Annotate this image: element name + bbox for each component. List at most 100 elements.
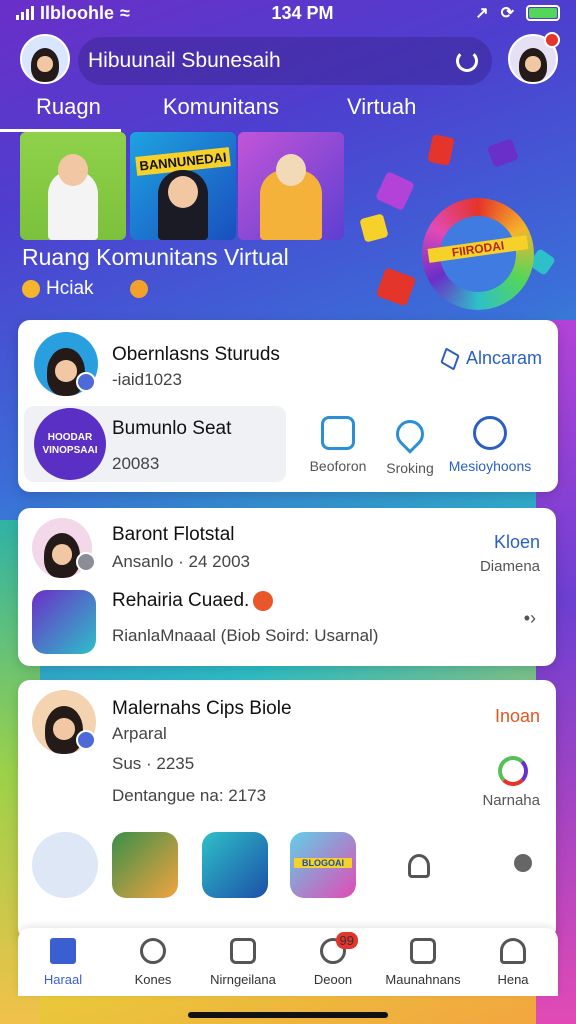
media-grid: BLOGOAI (32, 832, 542, 898)
chrome-icon[interactable] (498, 756, 528, 786)
tab-bar: Ruagn Komunitans Virtuah (0, 94, 576, 132)
nav-badge: 99 (335, 931, 358, 949)
confetti-shape (359, 213, 389, 243)
confetti-shape (375, 267, 417, 307)
status-bar: Ilbloohle ≈ 134 PM ↗ ⟳ (0, 0, 576, 26)
notification-badge (544, 32, 560, 48)
member-line1: Arparal (112, 724, 167, 743)
chevron-right-icon[interactable]: •› (524, 608, 536, 629)
clock: 134 PM (271, 2, 334, 23)
member-meta: -iaid1023 (112, 370, 182, 389)
nav-maunahnans[interactable]: Maunahnans (380, 937, 466, 987)
banner-thumb-group[interactable] (238, 132, 344, 240)
board-icon (321, 416, 355, 450)
confetti-shape (487, 138, 519, 168)
checklist-icon (410, 937, 436, 964)
banner-thumb-boy[interactable] (20, 132, 126, 240)
home-icon (50, 937, 76, 964)
grid-avatar[interactable] (32, 832, 98, 898)
item-name-text: Rehairia Cuaed. (112, 590, 250, 611)
grid-tile-label: BLOGOAI (294, 858, 352, 868)
send-icon (440, 346, 460, 371)
send-link-label: Alncaram (465, 348, 542, 368)
nav-label: Maunahnans (385, 971, 461, 987)
item-meta: RianlaMnaaal (Biob Soird: Usarnal) (112, 626, 379, 645)
tab-ruagn[interactable]: Ruagn (0, 94, 121, 132)
grid-thumb[interactable] (112, 832, 178, 898)
sync-icon: ⟳ (500, 5, 514, 22)
tab-virtuah[interactable]: Virtuah (327, 94, 436, 132)
action-label: Mesioyhoons (448, 458, 532, 474)
group-logo: HOODAR VINOPSAAI (34, 408, 106, 480)
community-card[interactable]: Obernlasns Sturuds -iaid1023 Alncaram HO… (18, 320, 558, 492)
signal-icon (16, 6, 34, 20)
location-icon: ↗ (475, 5, 489, 22)
nav-label: Deoon (313, 971, 353, 987)
header-title-pill[interactable]: Hibuunail Sbunesaih (78, 37, 492, 85)
nav-deoon[interactable]: 99 Deoon (290, 931, 376, 987)
link-icon (473, 416, 507, 450)
member-line2: Sus · 2235 (112, 754, 195, 773)
home-indicator[interactable] (188, 1012, 388, 1018)
member-action-link[interactable]: Inoan (495, 706, 540, 727)
hero-banner[interactable]: BANNUNEDAI FIIRODAI Ruang Komunitans Vir… (20, 132, 560, 322)
profile-icon (500, 937, 526, 964)
heart-icon (140, 937, 166, 964)
confetti-shape (427, 134, 455, 166)
banner-title: Ruang Komunitans Virtual (22, 244, 289, 270)
pin-icon[interactable] (514, 854, 532, 872)
tab-komunitans[interactable]: Komunitans (143, 94, 299, 132)
verified-icon (76, 372, 96, 392)
app-header: Hibuunail Sbunesaih (18, 32, 560, 92)
carrier-label: Ilbloohle (40, 2, 114, 23)
action-mesioyhoons[interactable]: Mesioyhoons (440, 416, 540, 476)
nav-label: Kones (134, 971, 172, 987)
member-name: Malernahs Cips Biole (112, 698, 292, 719)
member-name: Obernlasns Sturuds (112, 344, 280, 365)
battery-icon (526, 5, 560, 21)
verified-icon (76, 552, 96, 572)
activity-meta: Ansanlo · 24 2003 (112, 552, 250, 571)
group-name: Bumunlo Seat (112, 418, 232, 439)
nav-home[interactable]: Haraal (20, 937, 106, 987)
nav-label: Nirngeilana (210, 971, 276, 987)
item-name: Rehairia Cuaed. (112, 590, 274, 612)
banner-subtitle-row: Hciak (22, 278, 148, 300)
bottom-nav: Haraal Kones Nirngeilana 99 Deoon Maunah… (18, 928, 558, 996)
nav-label: Haraal (43, 971, 83, 987)
banner-subtitle: Hciak (46, 278, 94, 299)
banner-thumb-presenter[interactable]: BANNUNEDAI (130, 132, 236, 240)
activity-card[interactable]: Baront Flotstal Ansanlo · 24 2003 Kloen … (18, 508, 556, 666)
group-row[interactable]: HOODAR VINOPSAAI Bumunlo Seat 20083 (24, 406, 286, 482)
activity-status-sub: Diamena (479, 558, 540, 575)
page-title: Hibuunail Sbunesaih (88, 49, 281, 72)
wifi-icon: ≈ (120, 2, 130, 23)
nav-label: Hena (497, 971, 529, 987)
activity-status-link[interactable]: Kloen (494, 532, 540, 553)
verified-icon (76, 730, 96, 750)
heart-icon (390, 414, 430, 454)
grid-tile[interactable]: BLOGOAI (290, 832, 356, 898)
nav-hena[interactable]: Hena (470, 937, 556, 987)
smile-icon (22, 280, 40, 298)
emoji-icon (129, 280, 148, 298)
profile-avatar[interactable] (20, 34, 70, 84)
member-card[interactable]: Malernahs Cips Biole Arparal Sus · 2235 … (18, 680, 556, 940)
person-icon[interactable] (408, 854, 430, 878)
grid-thumb[interactable] (202, 832, 268, 898)
group-meta: 20083 (112, 454, 160, 473)
refresh-icon[interactable] (456, 50, 478, 72)
member-action-sub: Narnaha (482, 792, 540, 809)
confetti-shape (375, 171, 415, 211)
action-label: Sroking (386, 460, 434, 476)
alert-icon (253, 590, 274, 611)
action-label: Beoforon (309, 458, 367, 474)
nav-nirngeilana[interactable]: Nirngeilana (200, 937, 286, 987)
nav-kones[interactable]: Kones (110, 937, 196, 987)
member-line3: Dentangue na: 2173 (112, 786, 267, 805)
send-link[interactable]: Alncaram (440, 346, 542, 371)
item-thumbnail[interactable] (32, 590, 96, 654)
activity-name: Baront Flotstal (112, 524, 235, 545)
briefcase-icon (230, 937, 256, 964)
game-logo[interactable]: FIIRODAI (422, 198, 534, 310)
